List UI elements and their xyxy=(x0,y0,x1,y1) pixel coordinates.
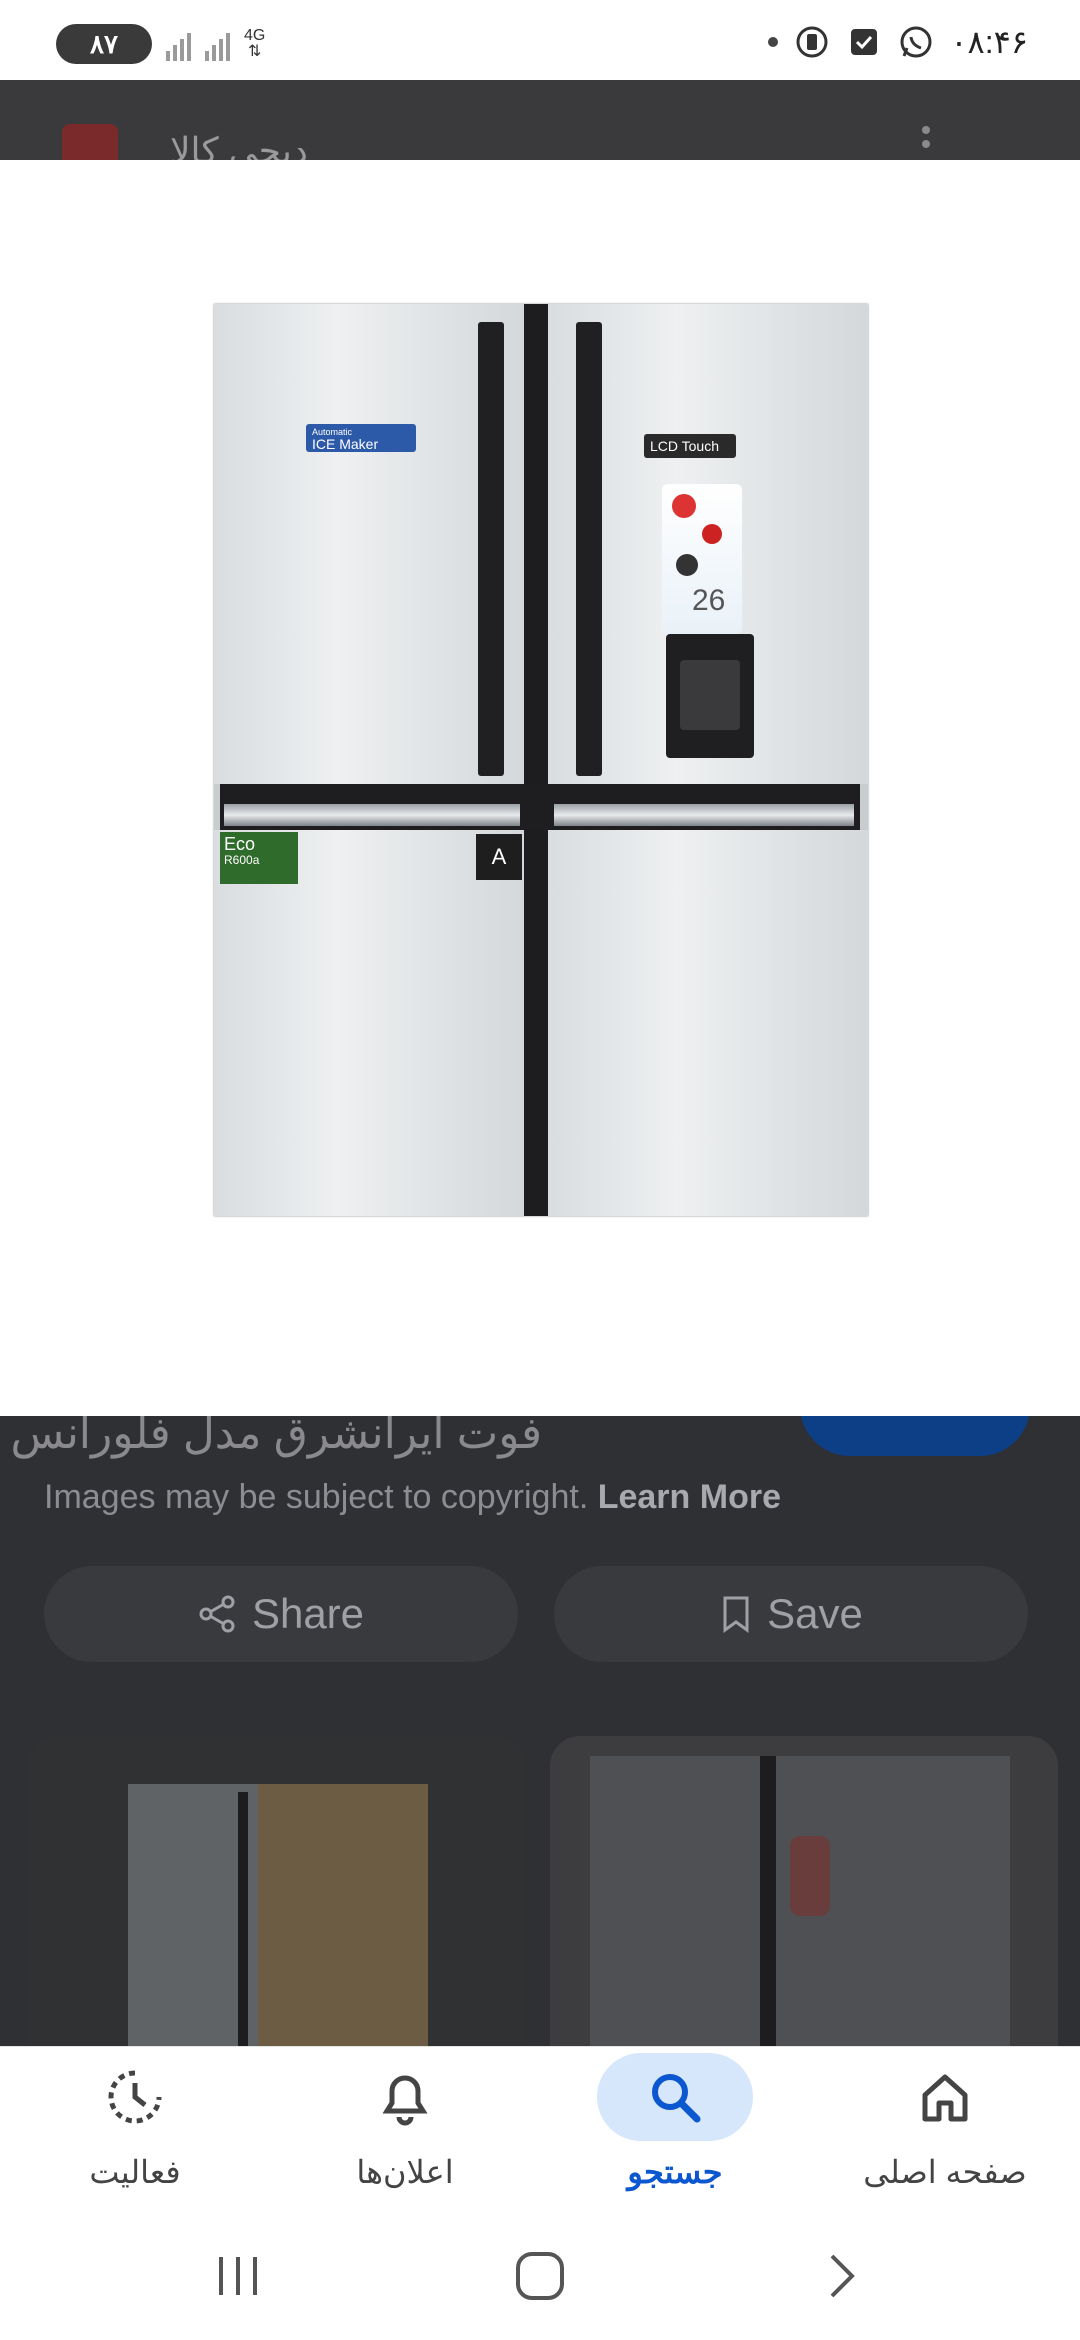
status-bar: ۸۷ 4G ⇅ ۰۸:۴۶ xyxy=(0,0,1080,80)
share-button[interactable]: Share xyxy=(44,1566,518,1662)
fridge-handle-left xyxy=(478,322,504,776)
refrigerant-text: R600a xyxy=(224,853,260,867)
clock: ۰۸:۴۶ xyxy=(950,24,1028,60)
search-icon xyxy=(597,2053,753,2141)
copyright-text: Images may be subject to copyright. xyxy=(44,1478,589,1516)
fridge-center-gap xyxy=(524,304,548,1216)
fridge-chrome-strip-left xyxy=(224,804,520,826)
share-label: Share xyxy=(251,1590,365,1637)
nav-item-home[interactable]: صفحه اصلی xyxy=(810,2047,1080,2217)
bell-icon xyxy=(327,2053,483,2141)
image-viewer[interactable]: Automatic ICE Maker LCD Touch 26 Eco R60… xyxy=(0,160,1080,1416)
app-title: دیجی کالا xyxy=(170,130,308,160)
battery-level: ۸۷ xyxy=(56,24,152,64)
app-logo xyxy=(62,124,118,160)
result-details: فوت ایرانشرق مدل فلورانس Images may be s… xyxy=(0,1416,1080,2046)
fridge-door-bottom-right xyxy=(548,830,868,1216)
status-left: ۸۷ 4G ⇅ xyxy=(56,24,265,64)
save-label: Save xyxy=(767,1590,863,1637)
water-dispenser xyxy=(666,634,754,758)
nav-label-home: صفحه اصلی xyxy=(863,2154,1027,2190)
nav-item-activity[interactable]: فعالیت xyxy=(0,2047,270,2217)
signal-strength-icon-2 xyxy=(205,27,230,61)
strawberry-sticker: 26 xyxy=(662,484,742,634)
signal-strength-icon xyxy=(166,27,191,61)
eco-sticker: Eco R600a xyxy=(220,832,298,884)
bottom-navigation: فعالیت اعلان‌ها جستجو صفحه اصلی xyxy=(0,2046,1080,2217)
app-header: دیجی کالا xyxy=(0,80,1080,160)
ice-maker-sticker-text: ICE Maker xyxy=(312,436,379,452)
status-right: ۰۸:۴۶ xyxy=(768,20,1028,64)
home-system-button[interactable] xyxy=(480,2240,600,2312)
checkbox-icon xyxy=(846,24,882,60)
home-circle-icon xyxy=(516,2252,564,2300)
share-icon xyxy=(199,1595,235,1633)
network-type-label: 4G xyxy=(244,27,266,44)
bookmark-icon xyxy=(723,1596,749,1633)
visit-button[interactable] xyxy=(800,1416,1030,1456)
product-image[interactable]: Automatic ICE Maker LCD Touch 26 Eco R60… xyxy=(214,304,868,1216)
lcd-touch-sticker: LCD Touch xyxy=(644,434,736,458)
sticker-number: 26 xyxy=(692,584,726,617)
notification-dot-icon xyxy=(768,37,779,47)
whatsapp-icon xyxy=(898,24,934,60)
phone-call-icon xyxy=(794,24,830,60)
copyright-notice: Images may be subject to copyright. Lear… xyxy=(44,1478,781,1517)
nav-label-search: جستجو xyxy=(627,2154,723,2190)
activity-icon xyxy=(57,2053,213,2141)
energy-class-sticker: A xyxy=(476,834,522,880)
eco-sticker-text: Eco xyxy=(224,834,256,854)
recent-apps-icon xyxy=(219,2257,257,2295)
fridge-door-bottom-left xyxy=(214,830,524,1216)
nav-item-notifications[interactable]: اعلان‌ها xyxy=(270,2047,540,2217)
more-options-icon[interactable] xyxy=(922,126,930,154)
data-arrows-icon: ⇅ xyxy=(247,43,262,60)
ice-maker-sticker: Automatic ICE Maker xyxy=(306,424,416,452)
fridge-handle-right xyxy=(576,322,602,776)
related-image-thumbnail-2[interactable] xyxy=(550,1736,1058,2046)
network-indicator: 4G ⇅ xyxy=(244,28,265,60)
nav-label-activity: فعالیت xyxy=(89,2154,181,2190)
back-arrow-icon xyxy=(830,2254,855,2298)
learn-more-link[interactable]: Learn More xyxy=(598,1478,781,1516)
home-icon xyxy=(867,2053,1023,2141)
nav-item-search[interactable]: جستجو xyxy=(540,2047,810,2217)
nav-label-notifications: اعلان‌ها xyxy=(356,2154,454,2190)
back-button[interactable] xyxy=(782,2240,902,2312)
system-navigation-bar xyxy=(0,2216,1080,2340)
recent-apps-button[interactable] xyxy=(178,2240,298,2312)
result-title[interactable]: فوت ایرانشرق مدل فلورانس xyxy=(10,1416,542,1459)
fridge-chrome-strip-right xyxy=(554,804,854,826)
related-image-thumbnail-1[interactable] xyxy=(28,1736,526,2046)
save-button[interactable]: Save xyxy=(554,1566,1028,1662)
